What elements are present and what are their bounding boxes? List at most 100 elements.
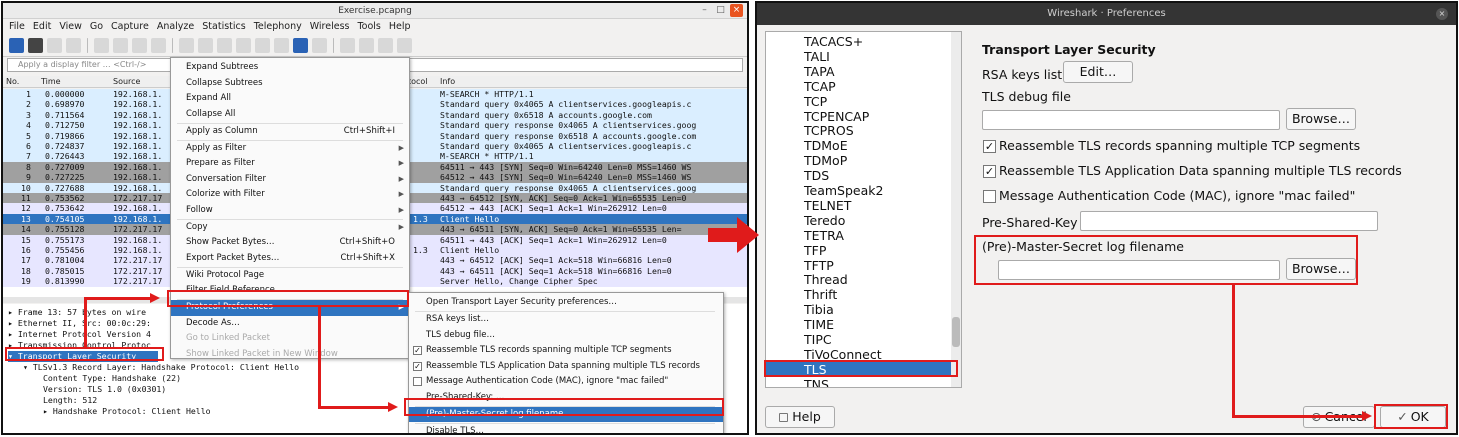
detail-tree-item[interactable]: ▸ Ethernet II, Src: 00:0c:29: xyxy=(8,318,151,329)
go-to-packet-icon[interactable] xyxy=(236,38,251,53)
detail-tree-item[interactable]: Version: TLS 1.0 (0x0301) xyxy=(43,384,166,395)
protocol-list-item[interactable]: TCPROS xyxy=(766,123,951,138)
submenu-checkbox[interactable]: ✓ xyxy=(413,361,422,371)
menu-telephony[interactable]: Telephony xyxy=(254,19,302,35)
edit-button[interactable]: Edit… xyxy=(1063,61,1133,83)
context-menu-item[interactable]: Expand Subtrees xyxy=(171,60,409,76)
colorize-icon[interactable] xyxy=(312,38,327,53)
debug-browse-button[interactable]: Browse… xyxy=(1286,108,1356,130)
menu-statistics[interactable]: Statistics xyxy=(202,19,245,35)
protocol-list-item[interactable]: TDMoE xyxy=(766,138,951,153)
protocol-list-item[interactable]: TELNET xyxy=(766,198,951,213)
context-menu-item[interactable]: Expand All xyxy=(171,91,409,107)
menu-view[interactable]: View xyxy=(59,19,82,35)
detail-tree-item[interactable]: ▸ Handshake Protocol: Client Hello xyxy=(43,406,211,417)
tls-debug-input[interactable] xyxy=(982,110,1280,130)
close-file-icon[interactable] xyxy=(132,38,147,53)
minimize-icon[interactable]: – xyxy=(698,4,711,17)
first-packet-icon[interactable] xyxy=(255,38,270,53)
zoom-normal-icon[interactable] xyxy=(378,38,393,53)
context-menu-item[interactable]: Collapse Subtrees xyxy=(171,76,409,92)
submenu-item[interactable]: ✓ Reassemble TLS Application Data spannin… xyxy=(409,359,723,375)
protocol-list-item[interactable]: TeamSpeak2 xyxy=(766,183,951,198)
submenu-item[interactable]: RSA keys list… xyxy=(409,312,723,328)
col-time[interactable]: Time xyxy=(41,76,61,88)
detail-tree-item[interactable]: Length: 512 xyxy=(43,395,97,406)
menu-wireless[interactable]: Wireless xyxy=(310,19,350,35)
shark-fin-icon[interactable] xyxy=(9,38,24,53)
protocol-list-item[interactable]: TAPA xyxy=(766,64,951,79)
menu-capture[interactable]: Capture xyxy=(111,19,149,35)
close-icon[interactable]: × xyxy=(730,4,743,17)
col-source[interactable]: Source xyxy=(113,76,140,88)
protocol-list-item[interactable]: TFTP xyxy=(766,258,951,273)
protocol-list-item[interactable]: Teredo xyxy=(766,213,951,228)
context-menu-item[interactable]: Conversation Filter ▶ xyxy=(171,172,409,188)
submenu-item[interactable]: ✓ Reassemble TLS records spanning multipl… xyxy=(409,343,723,359)
menu-help[interactable]: Help xyxy=(389,19,411,35)
protocol-list-item[interactable]: Tibia xyxy=(766,302,951,317)
submenu-checkbox[interactable] xyxy=(413,377,422,386)
protocol-list-item[interactable]: TCP xyxy=(766,94,951,109)
submenu-item[interactable]: TLS debug file… xyxy=(409,328,723,344)
protocol-list-item[interactable]: TALI xyxy=(766,49,951,64)
col-protocol[interactable]: tocol xyxy=(408,76,428,88)
last-packet-icon[interactable] xyxy=(274,38,289,53)
detail-tree-item[interactable]: ▸ Frame 13: 57 bytes on wire xyxy=(8,307,146,318)
protocol-list-item[interactable]: TIME xyxy=(766,317,951,332)
menu-analyze[interactable]: Analyze xyxy=(157,19,194,35)
mac-ignore-checkbox[interactable] xyxy=(983,190,996,203)
find-icon[interactable] xyxy=(179,38,194,53)
submenu-item[interactable]: Disable TLS… xyxy=(409,424,723,434)
protocol-list-item[interactable]: Thread xyxy=(766,272,951,287)
forward-arrow-icon[interactable] xyxy=(217,38,232,53)
options-gear-icon[interactable] xyxy=(66,38,81,53)
protocol-list-item[interactable]: TDMoP xyxy=(766,153,951,168)
dialog-close-icon[interactable]: × xyxy=(1436,8,1448,20)
help-button[interactable]: Help xyxy=(765,406,835,428)
detail-tree-item[interactable]: ▸ Internet Protocol Version 4 xyxy=(8,329,151,340)
context-menu-item[interactable]: Decode As… xyxy=(171,316,409,332)
context-menu-item[interactable]: Colorize with Filter ▶ xyxy=(171,187,409,203)
context-menu-item[interactable]: Wiki Protocol Page xyxy=(171,268,409,284)
submenu-item[interactable]: Open Transport Layer Security preference… xyxy=(409,295,723,311)
context-menu-item[interactable]: Collapse All xyxy=(171,107,409,123)
save-icon[interactable] xyxy=(113,38,128,53)
zoom-out-icon[interactable] xyxy=(359,38,374,53)
stop-icon[interactable] xyxy=(28,38,43,53)
submenu-checkbox[interactable]: ✓ xyxy=(413,346,422,355)
protocol-list-item[interactable]: TDS xyxy=(766,168,951,183)
detail-tree-item[interactable]: Content Type: Handshake (22) xyxy=(43,373,181,384)
protocol-list-item[interactable]: TCPENCAP xyxy=(766,109,951,124)
submenu-item[interactable]: Message Authentication Code (MAC), ignor… xyxy=(409,374,723,390)
context-menu-item[interactable]: Apply as Column Ctrl+Shift+I xyxy=(171,124,409,140)
context-menu-item[interactable]: Follow ▶ xyxy=(171,203,409,219)
protocol-list-item[interactable]: TIPC xyxy=(766,332,951,347)
menu-file[interactable]: File xyxy=(9,19,25,35)
scrollbar-thumb[interactable] xyxy=(952,317,960,347)
maximize-icon[interactable]: □ xyxy=(714,4,727,17)
protocol-list-item[interactable]: TNS xyxy=(766,377,951,387)
protocol-list-item[interactable]: TCAP xyxy=(766,79,951,94)
detail-tree-item[interactable]: ▾ TLSv1.3 Record Layer: Handshake Protoc… xyxy=(23,362,299,373)
back-arrow-icon[interactable] xyxy=(198,38,213,53)
autoscroll-icon[interactable] xyxy=(293,38,308,53)
menu-edit[interactable]: Edit xyxy=(33,19,51,35)
context-menu-item[interactable]: Apply as Filter ▶ xyxy=(171,141,409,157)
resize-columns-icon[interactable] xyxy=(397,38,412,53)
protocol-list-scrollbar[interactable] xyxy=(951,32,961,387)
open-icon[interactable] xyxy=(94,38,109,53)
reload-icon[interactable] xyxy=(151,38,166,53)
protocol-list-item[interactable]: TETRA xyxy=(766,228,951,243)
restart-icon[interactable] xyxy=(47,38,62,53)
reassemble-app-data-checkbox[interactable]: ✓ xyxy=(983,165,996,178)
context-menu-item[interactable]: Show Packet Bytes… Ctrl+Shift+O xyxy=(171,235,409,251)
reassemble-tcp-checkbox[interactable]: ✓ xyxy=(983,140,996,153)
context-menu-item[interactable]: Export Packet Bytes… Ctrl+Shift+X xyxy=(171,251,409,267)
menu-go[interactable]: Go xyxy=(90,19,103,35)
protocol-list-item[interactable]: TFP xyxy=(766,243,951,258)
psk-input[interactable] xyxy=(1080,211,1378,231)
col-no[interactable]: No. xyxy=(6,76,19,88)
context-menu-item[interactable]: Prepare as Filter ▶ xyxy=(171,156,409,172)
zoom-in-icon[interactable] xyxy=(340,38,355,53)
